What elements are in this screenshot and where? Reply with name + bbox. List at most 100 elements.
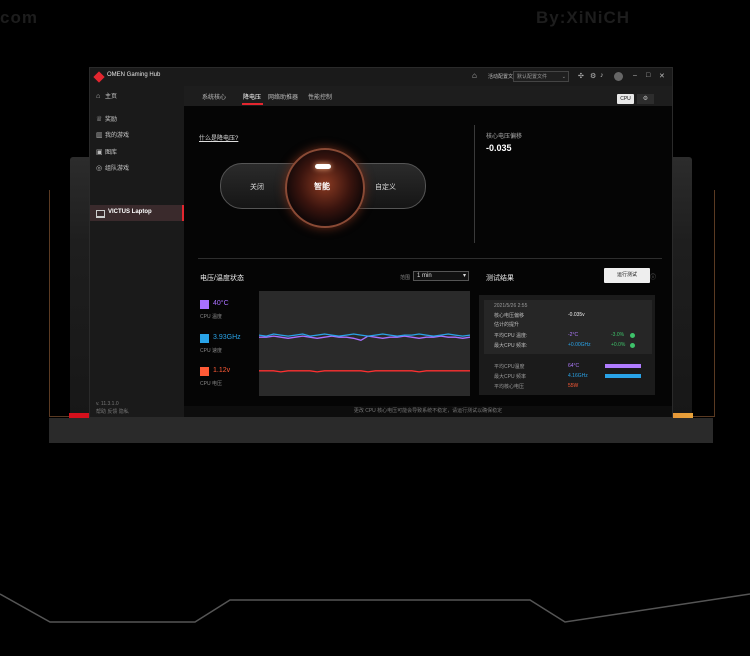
bar-max-freq-value: 4.16GHz — [568, 373, 588, 379]
info-icon[interactable]: ⓘ — [650, 272, 656, 281]
test-results-title: 测试结果 — [486, 275, 514, 282]
result-max-freq-delta: +0.0% — [611, 342, 626, 348]
sidebar-item-label: 组队游戏 — [105, 166, 130, 172]
tab-undervolt[interactable]: 降电压 — [243, 92, 261, 101]
gamepad-icon[interactable]: ✣ — [578, 72, 584, 80]
voltage-temp-graph — [259, 291, 470, 396]
tab-system-core[interactable]: 系统核心 — [202, 92, 226, 101]
cpu-voltage-stat: 1.12v CPU 电压 — [200, 367, 255, 387]
cpu-voltage-value: 1.12v — [213, 367, 231, 374]
sidebar-item-rewards[interactable]: ♕ 奖励 — [96, 114, 117, 123]
bar-avg-temp-value: 64°C — [568, 363, 580, 369]
mode-custom-option[interactable]: 自定义 — [375, 182, 396, 192]
check-icon — [630, 333, 635, 338]
sidebar-item-my-games[interactable]: ▥ 我的游戏 — [96, 130, 129, 139]
cpu-voltage-label: CPU 电压 — [200, 381, 222, 387]
bar-avg-voltage-label: 平均核心电压 — [494, 384, 525, 390]
title-bar: OMEN Gaming Hub ⌂ 活动配置文件 默认配置文件 ⌄ ✣ ⚙ ♪ –… — [90, 68, 672, 86]
bar-max-freq-label: 最大CPU 频率 — [494, 374, 526, 380]
maximize-icon[interactable]: □ — [646, 72, 650, 79]
chevron-down-icon: ⌄ — [561, 74, 566, 80]
stability-notice: 更改 CPU 核心电压可能会导致系统不稳定，请运行测试以确保稳定 — [184, 406, 672, 417]
result-avg-temp-value: -2°C — [568, 332, 579, 338]
mode-off-option[interactable]: 关闭 — [250, 182, 264, 192]
core-voltage-offset-value: -0.035 — [486, 143, 512, 153]
bar-avg-voltage-value: 55W — [568, 383, 579, 389]
range-select[interactable]: 1 min ▾ — [413, 271, 469, 281]
app-title: OMEN Gaming Hub — [107, 72, 161, 78]
watermark-left: com — [0, 8, 38, 27]
avatar[interactable] — [614, 72, 623, 81]
tab-performance-control[interactable]: 性能控制 — [308, 92, 332, 101]
tab-network-booster[interactable]: 网络助推器 — [268, 92, 298, 101]
result-estimate-label: 估计的提升 — [494, 322, 520, 328]
close-icon[interactable]: ✕ — [659, 72, 665, 80]
result-max-freq-label: 最大CPU 频率: — [494, 343, 528, 349]
cpu-speed-value: 3.93GHz — [213, 334, 241, 341]
version-label: v. 11.3.1.0 — [96, 401, 119, 407]
tuning-settings-icon[interactable]: ⚙ — [637, 94, 654, 104]
check-icon — [630, 343, 635, 348]
graph-series-line-2 — [259, 370, 470, 373]
what-is-undervolt-link[interactable]: 什么是降电压? — [199, 133, 238, 142]
voltage-status-title: 电压/温度状态 — [200, 275, 244, 282]
results-date: 2021/5/26 2:55 — [494, 303, 528, 309]
minimize-icon[interactable]: – — [633, 72, 637, 79]
profile-value: 默认配置文件 — [517, 74, 548, 80]
bar-avg-temp-label: 平均CPU温度 — [494, 364, 525, 370]
omen-window: OMEN Gaming Hub ⌂ 活动配置文件 默认配置文件 ⌄ ✣ ⚙ ♪ –… — [89, 67, 673, 418]
result-offset-value: -0.035v — [568, 312, 585, 318]
cpu-toggle-button[interactable]: CPU — [617, 94, 634, 104]
range-value: 1 min — [417, 273, 432, 279]
sidebar: ⌂ 主页 ♕ 奖励 ▥ 我的游戏 ▣ 图库 ◎ 组队游戏 VICTUS Laptop — [90, 86, 184, 417]
trophy-icon: ♕ — [96, 116, 103, 123]
knob-indicator-light — [315, 164, 331, 169]
sidebar-item-label: 我的游戏 — [105, 133, 130, 139]
chevron-down-icon: ▾ — [462, 273, 466, 279]
cpu-temp-stat: 40°C CPU 温度 — [200, 300, 255, 320]
sidebar-item-label: 奖励 — [105, 117, 118, 123]
sidebar-item-victus-laptop[interactable]: VICTUS Laptop — [90, 205, 184, 221]
laptop-deck-outline — [0, 593, 750, 623]
library-icon: ▥ — [96, 132, 103, 139]
bar-avg-temp — [605, 364, 641, 368]
sidebar-footer-links[interactable]: 帮助 反馈 隐私 — [96, 408, 129, 415]
cpu-temp-value: 40°C — [213, 300, 229, 307]
mode-smart-label: 智能 — [314, 182, 330, 191]
core-voltage-offset-label: 核心电压偏移 — [486, 134, 523, 140]
cpu-speed-label: CPU 速度 — [200, 348, 222, 354]
run-test-button[interactable]: 运行测试 — [604, 268, 650, 283]
result-max-freq-value: +0.00GHz — [568, 342, 591, 348]
gamepad-icon: ◎ — [96, 165, 103, 172]
cpu-temp-label: CPU 温度 — [200, 314, 222, 320]
result-avg-temp-delta: -3.0% — [611, 332, 625, 338]
bar-max-freq — [605, 374, 641, 378]
sidebar-item-gallery[interactable]: ▣ 图库 — [96, 147, 117, 156]
home-icon[interactable]: ⌂ — [472, 71, 477, 80]
profile-select[interactable]: 默认配置文件 ⌄ — [513, 71, 569, 82]
result-offset-label: 核心电压偏移 — [494, 313, 525, 319]
range-label: 范围 — [400, 275, 411, 281]
cpu-speed-swatch — [200, 334, 209, 343]
device-name: VICTUS Laptop — [108, 209, 152, 215]
section-divider — [198, 258, 662, 259]
sidebar-item-party[interactable]: ◎ 组队游戏 — [96, 163, 129, 172]
bell-icon[interactable]: ♪ — [600, 72, 604, 79]
graph-series-line-1 — [259, 333, 470, 337]
sidebar-item-label: 主页 — [105, 94, 118, 100]
graph-series-line-0 — [259, 335, 470, 341]
sidebar-item-label: 图库 — [105, 150, 118, 156]
laptop-icon — [96, 210, 105, 218]
sidebar-item-home[interactable]: ⌂ 主页 — [96, 91, 117, 100]
active-tab-indicator — [242, 103, 263, 105]
settings-icon[interactable]: ⚙ — [590, 72, 596, 80]
cpu-speed-stat: 3.93GHz CPU 速度 — [200, 334, 255, 354]
omen-logo-icon — [93, 71, 105, 83]
home-icon: ⌂ — [96, 93, 101, 100]
vertical-divider — [474, 125, 475, 243]
watermark-right: By:XiNiCH — [536, 8, 631, 27]
gallery-icon: ▣ — [96, 149, 103, 156]
result-avg-temp-label: 平均CPU 温度: — [494, 333, 528, 339]
cpu-voltage-swatch — [200, 367, 209, 376]
cpu-temp-swatch — [200, 300, 209, 309]
